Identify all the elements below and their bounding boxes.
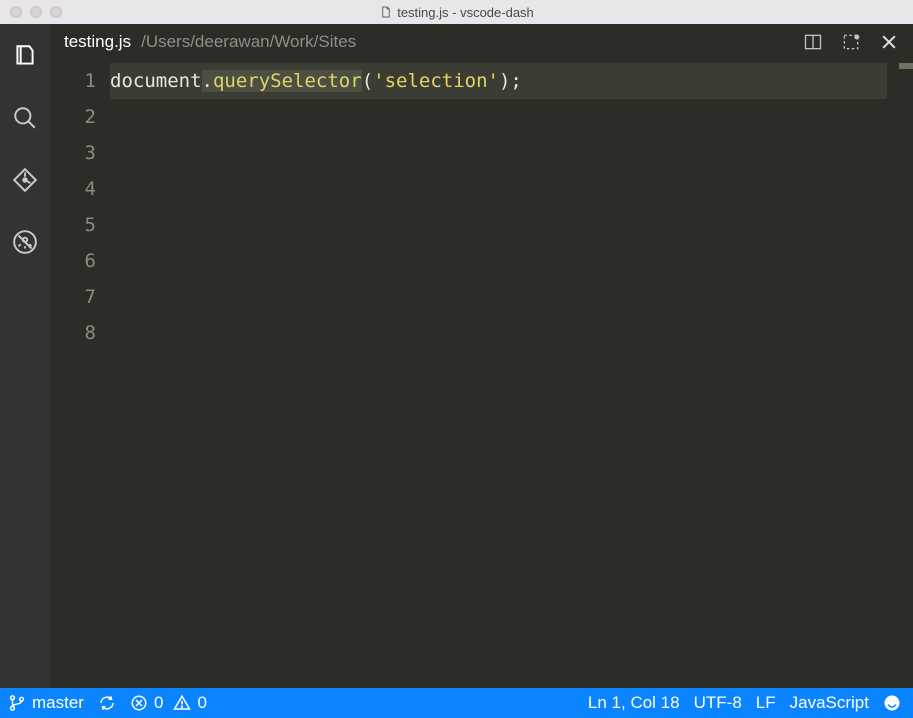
status-bar: master 0 0 Ln 1, Col 18 UTF-8 LF JavaScr… <box>0 688 913 718</box>
activity-search[interactable] <box>0 98 50 138</box>
window-title: testing.js - vscode-dash <box>379 5 534 20</box>
search-icon <box>12 105 38 131</box>
warning-icon <box>173 694 191 712</box>
code-line[interactable] <box>110 207 899 243</box>
title-bar: testing.js - vscode-dash <box>0 0 913 24</box>
code-editor[interactable]: 1 2 3 4 5 6 7 8 document.querySelector('… <box>50 59 913 688</box>
status-sync[interactable] <box>98 694 116 712</box>
encoding-label: UTF-8 <box>694 693 742 713</box>
branch-icon <box>8 694 26 712</box>
status-cursor[interactable]: Ln 1, Col 18 <box>588 693 680 713</box>
close-editor-button[interactable] <box>875 28 903 56</box>
window-controls[interactable] <box>0 6 62 18</box>
line-number: 8 <box>50 315 96 351</box>
code-line[interactable] <box>110 171 899 207</box>
activity-explorer[interactable] <box>0 36 50 76</box>
error-count: 0 <box>154 693 163 713</box>
code-line[interactable]: document.querySelector('selection'); <box>110 63 899 99</box>
smile-icon <box>883 694 901 712</box>
status-eol[interactable]: LF <box>756 693 776 713</box>
split-icon <box>803 32 823 52</box>
split-editor-button[interactable] <box>799 28 827 56</box>
code-line[interactable] <box>110 279 899 315</box>
line-number: 1 <box>50 63 96 99</box>
overview-ruler[interactable] <box>899 59 913 688</box>
code-line[interactable] <box>110 99 899 135</box>
token-method: querySelector <box>213 70 362 92</box>
line-number: 3 <box>50 135 96 171</box>
cursor-position: Ln 1, Col 18 <box>588 693 680 713</box>
activity-bar <box>0 24 50 688</box>
status-language[interactable]: JavaScript <box>790 693 869 713</box>
token-punct: ( <box>362 70 373 92</box>
file-icon <box>379 6 391 18</box>
activity-scm[interactable] <box>0 160 50 200</box>
warning-count: 0 <box>197 693 206 713</box>
token-punct: . <box>202 70 213 92</box>
code-line[interactable] <box>110 135 899 171</box>
code-line[interactable] <box>110 315 899 351</box>
overview-cursor-marker <box>899 63 913 69</box>
close-window-dot[interactable] <box>10 6 22 18</box>
window-title-text: testing.js - vscode-dash <box>397 5 534 20</box>
line-number: 5 <box>50 207 96 243</box>
branch-name: master <box>32 693 84 713</box>
line-number: 7 <box>50 279 96 315</box>
line-number-gutter: 1 2 3 4 5 6 7 8 <box>50 59 110 688</box>
line-number: 4 <box>50 171 96 207</box>
status-encoding[interactable]: UTF-8 <box>694 693 742 713</box>
files-icon <box>12 43 38 69</box>
minimize-window-dot[interactable] <box>30 6 42 18</box>
status-errors[interactable]: 0 0 <box>130 693 207 713</box>
editor-group: testing.js /Users/deerawan/Work/Sites 1 … <box>50 24 913 688</box>
code-line[interactable] <box>110 243 899 279</box>
tab-path: /Users/deerawan/Work/Sites <box>141 32 356 52</box>
sync-icon <box>98 694 116 712</box>
language-label: JavaScript <box>790 693 869 713</box>
line-number: 6 <box>50 243 96 279</box>
tab-filename[interactable]: testing.js <box>64 32 131 52</box>
code-area[interactable]: document.querySelector('selection'); <box>110 59 899 688</box>
line-number: 2 <box>50 99 96 135</box>
scm-icon <box>12 167 38 193</box>
debug-icon <box>12 229 38 255</box>
status-feedback[interactable] <box>883 694 901 712</box>
activity-debug[interactable] <box>0 222 50 262</box>
error-icon <box>130 694 148 712</box>
token-string: 'selection' <box>373 70 499 92</box>
eol-label: LF <box>756 693 776 713</box>
close-icon <box>879 32 899 52</box>
token-ident: document <box>110 70 202 92</box>
token-punct: ); <box>499 70 522 92</box>
editor-tab-bar: testing.js /Users/deerawan/Work/Sites <box>50 24 913 59</box>
zoom-window-dot[interactable] <box>50 6 62 18</box>
show-opened-editors-button[interactable] <box>837 28 865 56</box>
dotted-box-icon <box>841 32 861 52</box>
status-branch[interactable]: master <box>8 693 84 713</box>
